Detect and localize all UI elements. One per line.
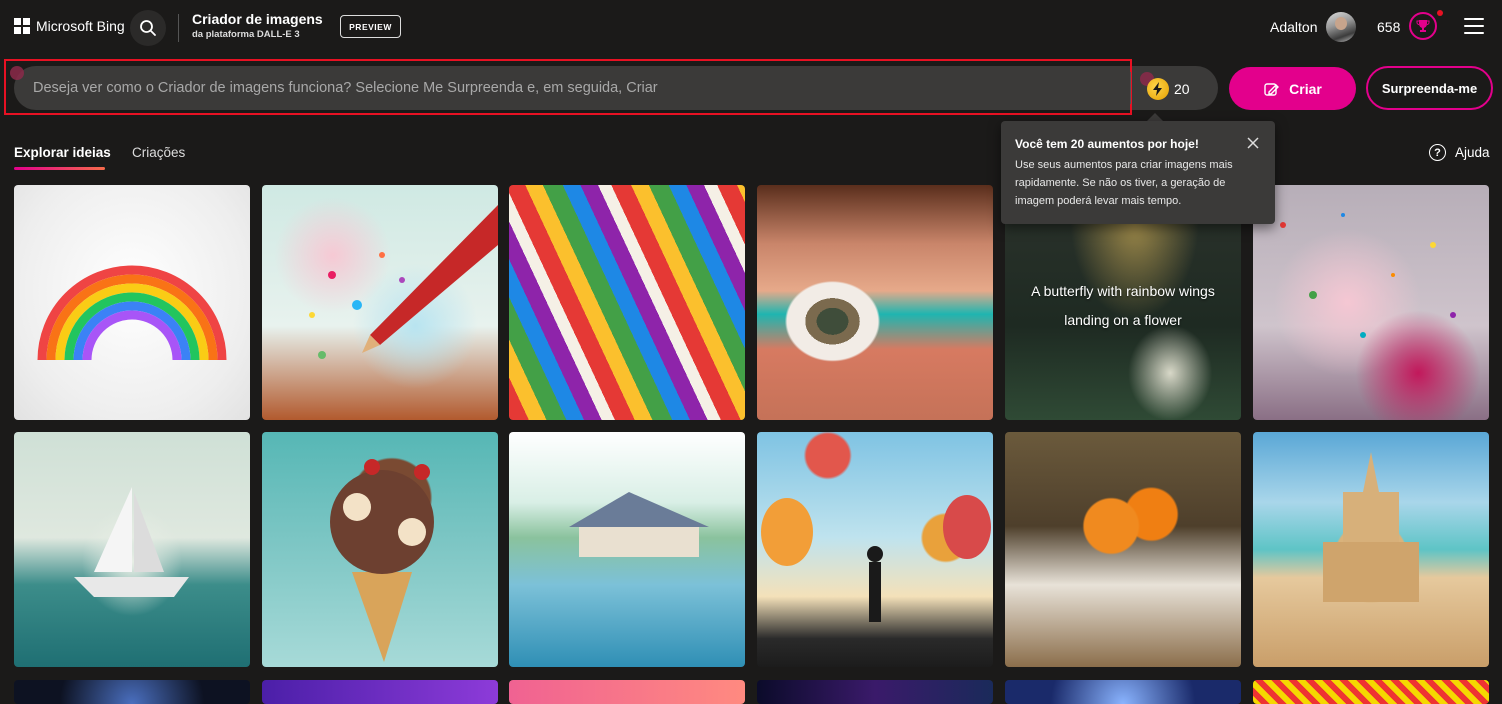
header-divider xyxy=(178,14,179,42)
rainbow-image xyxy=(37,265,227,361)
gallery-tile[interactable] xyxy=(14,680,250,704)
tab-active-indicator xyxy=(14,167,105,170)
boost-icon[interactable] xyxy=(1147,78,1169,100)
gallery-tile[interactable] xyxy=(1253,185,1489,420)
notification-dot xyxy=(1437,10,1443,16)
prompt-input[interactable] xyxy=(14,66,1130,110)
help-link[interactable]: ? Ajuda xyxy=(1429,144,1490,161)
create-button[interactable]: Criar xyxy=(1229,67,1356,110)
tab-explore[interactable]: Explorar ideias xyxy=(14,145,111,160)
splash-image xyxy=(1280,213,1456,338)
menu-button[interactable] xyxy=(1464,18,1484,36)
trophy-icon xyxy=(1416,20,1430,32)
gallery-tile[interactable] xyxy=(509,432,745,667)
gallery-tile[interactable] xyxy=(509,680,745,704)
gallery-tile[interactable] xyxy=(262,185,498,420)
annotation-dot xyxy=(10,66,24,80)
user-name[interactable]: Adalton xyxy=(1270,19,1317,35)
app-subtitle: da plataforma DALL-E 3 xyxy=(192,29,300,40)
search-button[interactable] xyxy=(130,10,166,46)
gallery-tile[interactable] xyxy=(757,185,993,420)
gallery-tile[interactable] xyxy=(509,185,745,420)
help-label: Ajuda xyxy=(1455,145,1490,160)
app-title-block[interactable]: Criador de imagens da plataforma DALL-E … xyxy=(192,11,323,40)
search-icon xyxy=(140,20,156,36)
surprise-button[interactable]: Surpreenda-me xyxy=(1366,66,1493,110)
boost-count: 20 xyxy=(1174,81,1190,97)
rewards-button[interactable] xyxy=(1409,12,1437,40)
lightning-icon xyxy=(1153,82,1162,96)
gallery-tile[interactable] xyxy=(757,432,993,667)
top-header: Microsoft Bing Criador de imagens da pla… xyxy=(0,0,1502,56)
brand-name: Microsoft Bing xyxy=(36,18,125,34)
gallery-tile[interactable] xyxy=(262,680,498,704)
gallery-tile[interactable] xyxy=(1005,680,1241,704)
paper-boat-image xyxy=(74,487,189,597)
gallery-tile[interactable] xyxy=(1005,432,1241,667)
rewards-points[interactable]: 658 xyxy=(1377,19,1400,35)
create-icon xyxy=(1264,82,1280,96)
tab-creations[interactable]: Criações xyxy=(132,145,185,160)
gallery-tile[interactable] xyxy=(757,680,993,704)
tooltip-arrow xyxy=(1147,113,1163,121)
help-icon: ? xyxy=(1429,144,1446,161)
gallery-tile[interactable] xyxy=(14,185,250,420)
windows-logo-icon xyxy=(14,18,30,34)
gallery-tile[interactable] xyxy=(1253,680,1489,704)
gallery-tile[interactable] xyxy=(14,432,250,667)
prompt-bar xyxy=(14,66,1218,110)
gallery-tile[interactable] xyxy=(262,432,498,667)
boost-tooltip: Você tem 20 aumentos por hoje! Use seus … xyxy=(1001,121,1275,224)
gallery-tile[interactable] xyxy=(1253,432,1489,667)
lake-house-image xyxy=(569,492,709,557)
menu-icon xyxy=(1464,18,1484,20)
tile-caption: A butterfly with rainbow wings landing o… xyxy=(1031,283,1215,328)
create-label: Criar xyxy=(1289,80,1322,97)
boost-divider xyxy=(1130,72,1131,104)
tooltip-title: Você tem 20 aumentos por hoje! xyxy=(1015,137,1199,151)
tooltip-body: Use seus aumentos para criar imagens mai… xyxy=(1015,159,1233,207)
ice-cream-image xyxy=(330,459,434,662)
pencil-image xyxy=(309,205,498,359)
close-icon[interactable] xyxy=(1245,135,1261,151)
app-title: Criador de imagens xyxy=(192,11,323,27)
balloons-image xyxy=(761,495,991,622)
bing-logo[interactable]: Microsoft Bing xyxy=(14,18,125,34)
sand-castle-image xyxy=(1323,452,1419,602)
avatar[interactable] xyxy=(1326,12,1356,42)
preview-badge: PREVIEW xyxy=(340,15,401,38)
